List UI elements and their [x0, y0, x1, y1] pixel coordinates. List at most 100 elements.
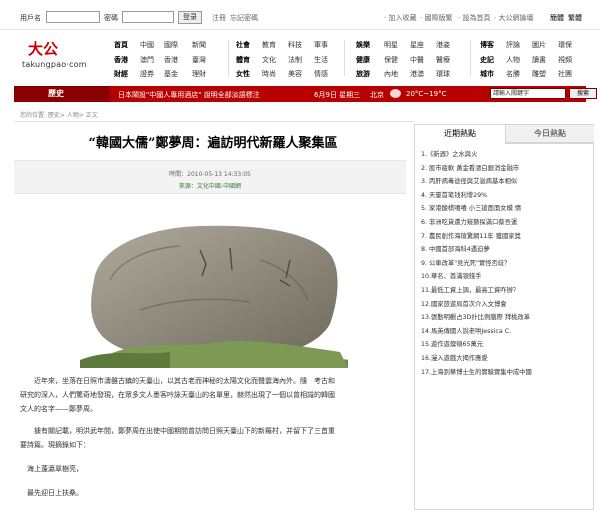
nav-link[interactable]: 臺灣	[192, 55, 206, 65]
nav-link[interactable]: 雕塑	[532, 69, 546, 79]
set-homepage-link[interactable]: · 設為首頁	[458, 13, 490, 23]
nav-link[interactable]: 香港	[164, 55, 178, 65]
hot-news-sidebar: 近期熱點 今日熱點 1.《新週》之水與火 2. 股市疲軟 黃金看漲白銀消金融市 3.…	[414, 124, 594, 510]
nav-link[interactable]: 明星	[384, 40, 398, 50]
nav-link[interactable]: 教育	[262, 40, 276, 50]
tab-recent-hot[interactable]: 近期熱點	[415, 125, 505, 143]
poem-line: 海上蓬瀛翠樹亮，	[20, 465, 83, 473]
nav-link[interactable]: 健康	[356, 55, 370, 65]
nav-link[interactable]: 旅游	[356, 69, 370, 79]
paragraph-line: 據有關記載，明洪武年間，鄭夢周在出使中國期間曾訪問日照天臺山下的新羅村，并留下了…	[20, 427, 335, 435]
nav-link[interactable]: 首頁	[114, 40, 128, 50]
nav-link[interactable]: 內地	[384, 69, 398, 79]
hot-news-item[interactable]: 8. 中國首部海科4遇迫夢	[421, 244, 589, 253]
register-link[interactable]: 注冊	[212, 13, 226, 23]
hot-news-item[interactable]: 1.《新週》之水與火	[421, 149, 589, 158]
nav-link[interactable]: 名勝	[506, 69, 520, 79]
nav-link[interactable]: 視頻	[558, 55, 572, 65]
nav-link[interactable]: 女性	[236, 69, 250, 79]
hot-news-item[interactable]: 13.張勤明觀占3D扑比例腦際 拜桃改革	[421, 312, 589, 321]
article-photo	[80, 220, 348, 368]
temperature-text: 20°C~19°C	[406, 90, 447, 98]
search-button[interactable]: 搜索	[569, 88, 597, 99]
nav-link[interactable]: 香港	[114, 55, 128, 65]
nav-link[interactable]: 澳門	[140, 55, 154, 65]
article-meta: 時間：2010-05-13 14:33:05 來源：文化中國-中國網	[14, 160, 406, 194]
intl-version-link[interactable]: · 國際版繁	[420, 13, 452, 23]
hot-news-item[interactable]: 11.最低工資上調，最高工資咋辦？	[421, 285, 589, 294]
add-favorite-link[interactable]: · 加入收藏	[384, 13, 416, 23]
nav-link[interactable]: 環保	[558, 40, 572, 50]
username-input[interactable]	[46, 11, 100, 23]
hot-news-item[interactable]: 7. 農民創作海瑄驚網11年 獲國家獎	[421, 231, 589, 240]
forum-link[interactable]: · 大公網論壇	[494, 13, 533, 23]
forgot-password-link[interactable]: 忘記密碼	[230, 13, 258, 23]
nav-link[interactable]: 證券	[140, 69, 154, 79]
poem-line: 最先迎日上扶桑。	[20, 489, 83, 497]
paragraph-line: 研究的深入，人們驚奇地發現，在眾多文人墨客吟詠天臺山的名單里，赫然出現了一個以曾…	[20, 391, 335, 399]
hot-news-item[interactable]: 15.遊作遊燦頓65萬元	[421, 339, 589, 348]
tab-today-hot[interactable]: 今日熱點	[505, 125, 594, 143]
nav-link[interactable]: 娛樂	[356, 40, 370, 50]
login-button[interactable]: 登录	[178, 11, 202, 24]
nav-link[interactable]: 城市	[480, 69, 494, 79]
nav-link[interactable]: 醫療	[436, 55, 450, 65]
article-title: “韓國大儒”鄭夢周：遍訪明代新羅人聚集區	[88, 136, 338, 151]
site-logo[interactable]: 大公 takungpao·com	[22, 38, 100, 74]
nav-link[interactable]: 社團	[558, 69, 572, 79]
nav-link[interactable]: 軍事	[314, 40, 328, 50]
nav-link[interactable]: 人物	[506, 55, 520, 65]
simplified-link[interactable]: 簡體	[550, 13, 564, 23]
paragraph-line: 文人的名字——鄭夢周。	[20, 405, 97, 413]
login-bar: 用戶名 密碼 登录 注冊 忘記密碼 · 加入收藏 · 國際版繁 · 設為首頁 ·…	[0, 0, 600, 30]
nav-link[interactable]: 星座	[410, 40, 424, 50]
nav-link[interactable]: 基金	[164, 69, 178, 79]
search-input[interactable]: 請輸入關鍵字	[490, 88, 566, 99]
nav-link[interactable]: 財經	[114, 69, 128, 79]
nav-link[interactable]: 保健	[384, 55, 398, 65]
nav-link[interactable]: 中國	[140, 40, 154, 50]
article-source[interactable]: 來源：文化中國-中國網	[14, 181, 406, 190]
nav-link[interactable]: 港澳	[410, 69, 424, 79]
nav-link[interactable]: 體育	[236, 55, 250, 65]
password-input[interactable]	[122, 11, 174, 23]
weather-icon	[390, 89, 401, 98]
nav-link[interactable]: 美容	[288, 69, 302, 79]
nav-link[interactable]: 情感	[314, 69, 328, 79]
hot-news-item[interactable]: 16.漫入遊戲大揭作應愛	[421, 353, 589, 362]
nav-link[interactable]: 讀書	[532, 55, 546, 65]
hot-news-item[interactable]: 5. 家港酸棋嘻嘻 小三搶面面女模 情	[421, 203, 589, 212]
nav-link[interactable]: 法制	[288, 55, 302, 65]
nav-link[interactable]: 科技	[288, 40, 302, 50]
nav-link[interactable]: 社會	[236, 40, 250, 50]
hot-news-item[interactable]: 2. 股市疲軟 黃金看漲白銀消金融市	[421, 163, 589, 172]
nav-link[interactable]: 圖片	[532, 40, 546, 50]
paragraph-line: 要詩篇。現摘錄如下：	[20, 441, 90, 449]
ticker-news[interactable]: 日本鬧設"中國人專用酒店" 說明全部淡語標注	[118, 90, 260, 100]
nav-link[interactable]: 中醫	[410, 55, 424, 65]
nav-link[interactable]: 新聞	[192, 40, 206, 50]
hot-news-item[interactable]: 10.華名、酋滿領錢手	[421, 271, 589, 280]
nav-link[interactable]: 環球	[436, 69, 450, 79]
nav-link[interactable]: 國際	[164, 40, 178, 50]
hot-news-item[interactable]: 12.國家旅遊局首次介入文博會	[421, 299, 589, 308]
nav-link[interactable]: 評論	[506, 40, 520, 50]
section-bar: 歷史 日本鬧設"中國人專用酒店" 說明全部淡語標注 6月9日 星期三 北京 20…	[14, 86, 597, 102]
nav-link[interactable]: 港姿	[436, 40, 450, 50]
hot-news-item[interactable]: 4. 天臺首笔钱利增29%	[421, 190, 589, 199]
hot-news-item[interactable]: 3. 丙肝病毒途徑與艾滋病基本相似	[421, 176, 589, 185]
nav-link[interactable]: 史記	[480, 55, 494, 65]
nav-link[interactable]: 博客	[480, 40, 494, 50]
nav-link[interactable]: 文化	[262, 55, 276, 65]
nav-divider	[344, 40, 345, 76]
hot-news-item[interactable]: 17.上海到華博士生的實驗實集中成中國	[421, 367, 589, 376]
divider	[505, 143, 593, 144]
nav-link[interactable]: 理財	[192, 69, 206, 79]
hot-news-item[interactable]: 14.馬英傳國人說老哄Jessica C.	[421, 326, 589, 335]
nav-link[interactable]: 時尚	[262, 69, 276, 79]
hot-news-item[interactable]: 6. 非洲吃貨遭力窺藝探滿口蔡吾運	[421, 217, 589, 226]
password-label: 密碼	[104, 14, 118, 22]
nav-link[interactable]: 生活	[314, 55, 328, 65]
hot-news-item[interactable]: 9. 公車改革"見光死"實怪否歧？	[421, 258, 589, 267]
traditional-link[interactable]: 繁體	[568, 13, 582, 23]
